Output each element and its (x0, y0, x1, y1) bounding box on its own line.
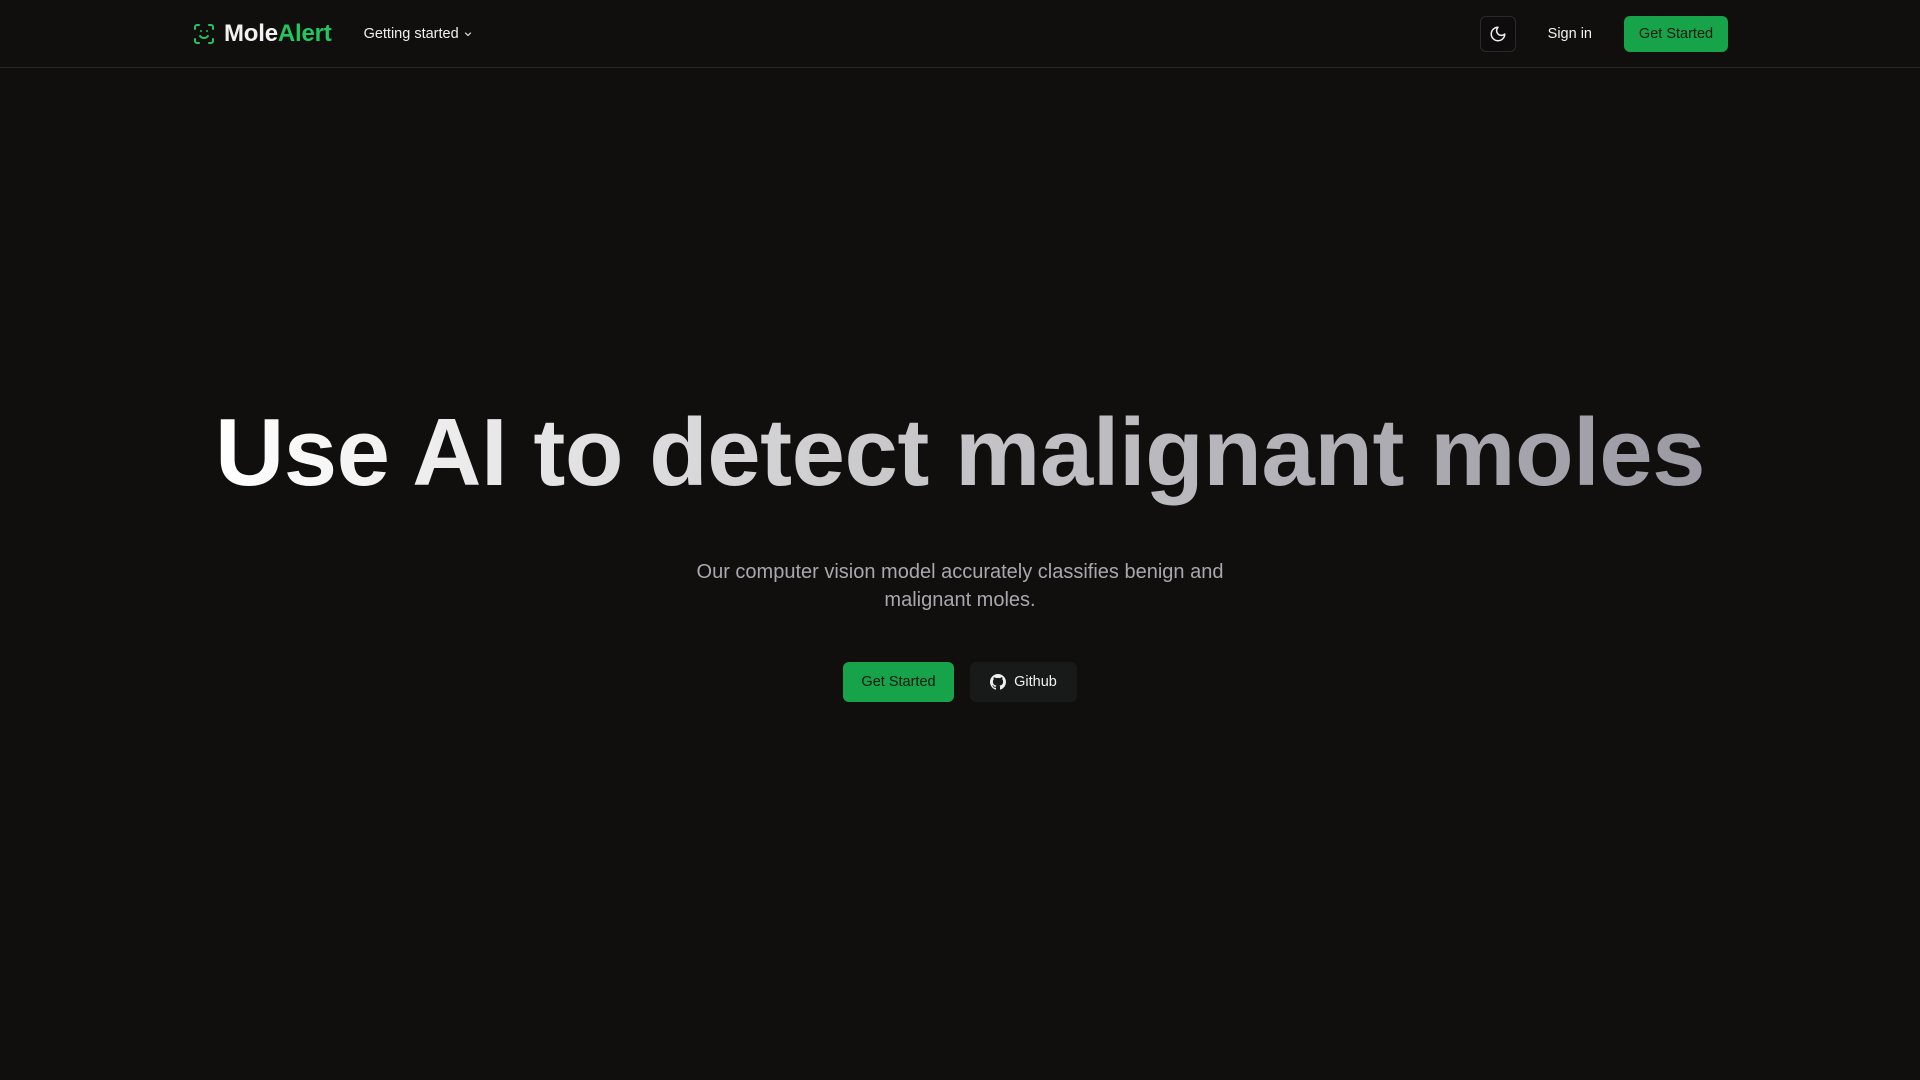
brand-name: MoleAlert (224, 20, 332, 48)
github-icon (990, 673, 1007, 690)
hero-actions: Get Started Github (843, 661, 1077, 702)
hero-subtitle: Our computer vision model accurately cla… (696, 560, 1224, 611)
brand-logo-link[interactable]: MoleAlert (192, 20, 332, 48)
brand-name-part2: Alert (277, 19, 332, 47)
navbar-right: Sign in Get Started (1479, 15, 1728, 52)
github-button[interactable]: Github (970, 661, 1077, 702)
sign-in-link[interactable]: Sign in (1532, 16, 1608, 52)
hero-section: Use AI to detect malignant moles Our com… (0, 400, 1920, 702)
brand-name-part1: Mole (224, 19, 278, 47)
scan-face-icon (192, 22, 216, 46)
navbar-container: MoleAlert Getting started Sign in Get St… (192, 0, 1728, 68)
nav-get-started-button[interactable]: Get Started (1624, 15, 1728, 52)
theme-toggle-button[interactable] (1479, 15, 1516, 52)
navbar-left: MoleAlert Getting started (192, 20, 473, 48)
getting-started-menu[interactable]: Getting started (364, 26, 473, 42)
getting-started-menu-label: Getting started (363, 25, 459, 42)
hero-title: Use AI to detect malignant moles (214, 399, 1706, 506)
moon-icon (1489, 25, 1507, 43)
github-button-label: Github (1014, 673, 1057, 690)
chevron-down-icon (463, 29, 473, 39)
top-navbar: MoleAlert Getting started Sign in Get St… (0, 0, 1920, 68)
hero-get-started-button[interactable]: Get Started (843, 661, 954, 702)
